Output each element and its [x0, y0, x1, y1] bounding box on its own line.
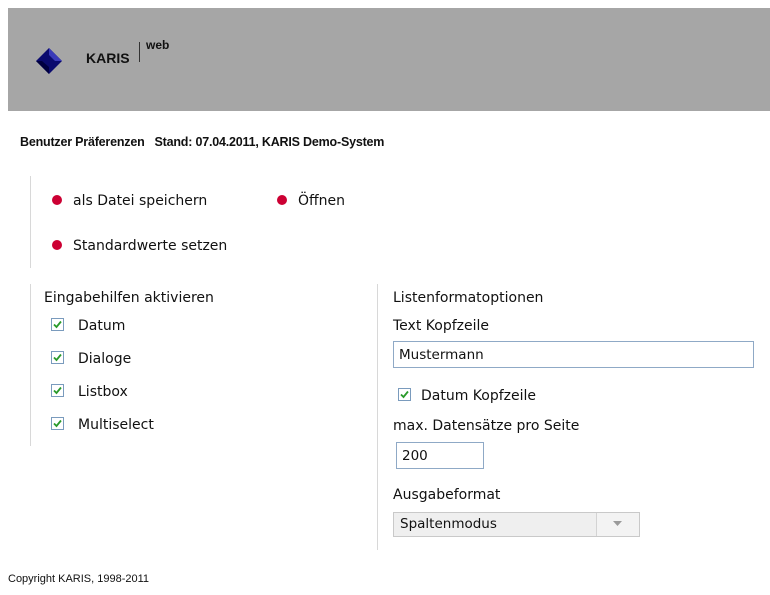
- open-link[interactable]: Öffnen: [277, 193, 345, 209]
- list-format-title: Listenformatoptionen: [393, 290, 544, 306]
- header-text-label: Text Kopfzeile: [393, 318, 489, 334]
- checkbox-checked-icon[interactable]: [51, 318, 64, 331]
- checkbox-multiselect[interactable]: Multiselect: [51, 417, 154, 433]
- set-defaults-link[interactable]: Standardwerte setzen: [52, 238, 227, 254]
- save-file-link[interactable]: als Datei speichern: [52, 193, 207, 209]
- output-format-label: Ausgabeformat: [393, 487, 501, 503]
- page-title: Benutzer Präferenzen Stand: 07.04.2011, K…: [20, 135, 384, 149]
- checkbox-checked-icon[interactable]: [398, 388, 411, 401]
- checkbox-checked-icon[interactable]: [51, 417, 64, 430]
- checkbox-dialoge[interactable]: Dialoge: [51, 351, 131, 367]
- output-format-value: Spaltenmodus: [400, 516, 497, 532]
- chevron-down-icon: [613, 521, 622, 526]
- checkbox-datum[interactable]: Datum: [51, 318, 125, 334]
- save-file-label: als Datei speichern: [73, 193, 208, 209]
- page-title-main: Benutzer Präferenzen: [20, 135, 145, 149]
- actions-divider: [30, 176, 31, 268]
- open-label: Öffnen: [298, 193, 346, 209]
- checkbox-checked-icon[interactable]: [51, 351, 64, 364]
- copyright-text: Copyright KARIS, 1998-2011: [8, 573, 150, 585]
- checkbox-label: Dialoge: [78, 351, 132, 367]
- bullet-icon: [52, 240, 62, 250]
- checkbox-label: Datum: [78, 318, 126, 334]
- checkbox-date-header[interactable]: Datum Kopfzeile: [398, 388, 536, 404]
- set-defaults-label: Standardwerte setzen: [73, 238, 228, 254]
- max-records-label: max. Datensätze pro Seite: [393, 418, 580, 434]
- checkbox-label: Listbox: [78, 384, 128, 400]
- output-format-select[interactable]: Spaltenmodus: [393, 512, 640, 537]
- dropdown-button[interactable]: [596, 513, 639, 536]
- brand-name: KARIS: [86, 50, 130, 66]
- list-format-divider: [377, 284, 378, 550]
- date-header-label: Datum Kopfzeile: [421, 388, 537, 404]
- brand-separator: [139, 42, 140, 62]
- diamond-logo-icon: [36, 48, 62, 74]
- input-aids-divider: [30, 284, 31, 446]
- input-aids-title: Eingabehilfen aktivieren: [44, 290, 214, 306]
- page-title-status: Stand: 07.04.2011, KARIS Demo-System: [154, 135, 385, 149]
- header-text-input[interactable]: [393, 341, 754, 368]
- checkbox-checked-icon[interactable]: [51, 384, 64, 397]
- checkbox-listbox[interactable]: Listbox: [51, 384, 128, 400]
- app-header: KARIS web: [8, 8, 770, 111]
- brand-subtitle: web: [146, 38, 170, 52]
- bullet-icon: [277, 195, 287, 205]
- bullet-icon: [52, 195, 62, 205]
- checkbox-label: Multiselect: [78, 417, 154, 433]
- max-records-input[interactable]: [396, 442, 484, 469]
